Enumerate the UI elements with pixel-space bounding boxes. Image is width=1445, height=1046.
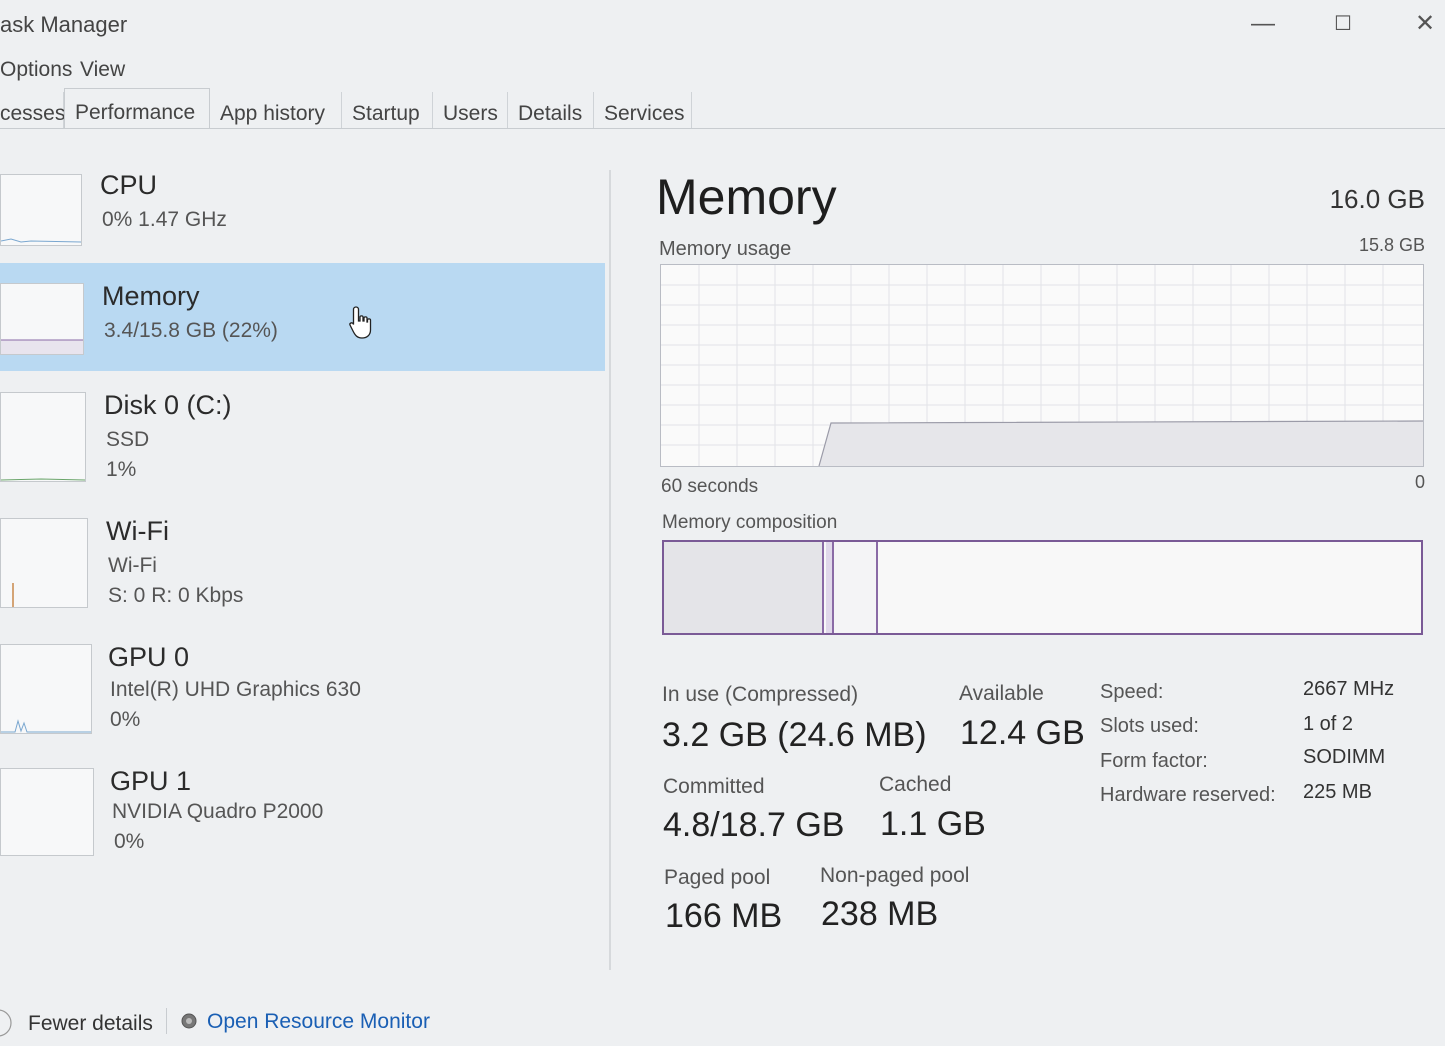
cached-value: 1.1 GB	[880, 805, 986, 843]
tab-performance[interactable]: Performance	[64, 88, 210, 129]
sidebar-item-label: GPU 0	[108, 642, 190, 672]
speed-value: 2667 MHz	[1303, 678, 1395, 700]
time-zero-label: 0	[1414, 472, 1425, 492]
committed-value: 4.8/18.7 GB	[663, 806, 845, 844]
sidebar-item-label: CPU	[100, 170, 158, 200]
pane-divider	[609, 170, 611, 970]
memory-thumbnail-graph	[0, 283, 84, 355]
paged-pool-label: Paged pool	[664, 866, 771, 889]
tabs-divider	[0, 128, 1445, 129]
memory-total: 16.0 GB	[1329, 184, 1425, 214]
composition-standby	[834, 542, 878, 633]
menu-view[interactable]: View	[80, 58, 125, 82]
form-factor-value: SODIMM	[1303, 746, 1386, 768]
sidebar-item-usage: 0%	[110, 708, 141, 731]
memory-usage-graph	[660, 264, 1424, 467]
disk-thumbnail-graph	[0, 392, 86, 482]
title-bar: ask Manager — ☐ ✕	[0, 0, 1445, 52]
chevron-up-icon	[0, 1009, 12, 1037]
tab-users[interactable]: Users	[433, 92, 508, 128]
sidebar-item-gpu1[interactable]: GPU 1 NVIDIA Quadro P2000 0%	[0, 750, 605, 875]
available-label: Available	[959, 682, 1044, 705]
hardware-reserved-value: 225 MB	[1303, 781, 1372, 803]
sidebar-item-disk[interactable]: Disk 0 (C:) SSD 1%	[0, 374, 605, 499]
page-title: Memory	[656, 169, 837, 225]
composition-label: Memory composition	[662, 512, 838, 533]
available-value: 12.4 GB	[960, 714, 1085, 752]
memory-usage-area	[819, 421, 1423, 466]
menu-options[interactable]: Options	[0, 58, 72, 82]
in-use-label: In use (Compressed)	[662, 683, 859, 706]
open-resource-monitor-link[interactable]: Open Resource Monitor	[207, 1010, 430, 1034]
usage-graph-max: 15.8 GB	[1358, 235, 1425, 255]
non-paged-pool-label: Non-paged pool	[820, 864, 970, 887]
tab-startup[interactable]: Startup	[342, 92, 433, 128]
resource-monitor-icon	[181, 1013, 197, 1029]
hand-cursor-icon	[349, 306, 372, 339]
tab-app-history[interactable]: App history	[210, 92, 342, 128]
cpu-thumbnail-graph	[0, 174, 82, 246]
sidebar-item-detail: Intel(R) UHD Graphics 630	[110, 678, 361, 701]
sidebar-item-detail: 3.4/15.8 GB (22%)	[104, 319, 278, 342]
slots-value: 1 of 2	[1303, 713, 1354, 735]
tab-services[interactable]: Services	[594, 92, 692, 128]
time-range-label: 60 seconds	[661, 476, 759, 497]
footer: Fewer details Open Resource Monitor	[0, 1000, 1445, 1046]
sidebar-item-usage: 1%	[106, 458, 137, 481]
sidebar-item-label: Wi-Fi	[106, 516, 169, 546]
gpu1-thumbnail-graph	[0, 768, 94, 856]
gpu0-thumbnail-graph	[0, 644, 92, 734]
sidebar-item-detail: NVIDIA Quadro P2000	[112, 800, 324, 823]
window-title: ask Manager	[0, 12, 128, 37]
close-button[interactable]: ✕	[1400, 6, 1445, 42]
speed-label: Speed:	[1100, 681, 1164, 703]
sidebar-item-gpu0[interactable]: GPU 0 Intel(R) UHD Graphics 630 0%	[0, 626, 605, 751]
composition-modified	[826, 542, 834, 633]
slots-label: Slots used:	[1100, 715, 1199, 737]
usage-graph-label: Memory usage	[659, 238, 792, 260]
hardware-reserved-label: Hardware reserved:	[1100, 784, 1276, 806]
sidebar-item-detail: SSD	[106, 428, 150, 451]
cached-label: Cached	[879, 773, 952, 796]
fewer-details-link[interactable]: Fewer details	[28, 1012, 153, 1036]
sidebar-item-throughput: S: 0 R: 0 Kbps	[108, 584, 244, 607]
sidebar-item-label: Memory	[102, 281, 200, 311]
sidebar-item-detail: Wi-Fi	[108, 554, 157, 577]
non-paged-pool-value: 238 MB	[821, 895, 939, 933]
sidebar-item-cpu[interactable]: CPU 0% 1.47 GHz	[0, 150, 605, 260]
sidebar-item-label: GPU 1	[110, 766, 192, 796]
memory-usage-grid	[661, 265, 1423, 466]
sidebar-item-detail: 0% 1.47 GHz	[102, 208, 227, 231]
sidebar-item-usage: 0%	[114, 830, 145, 853]
committed-label: Committed	[663, 775, 765, 798]
composition-in-use	[664, 542, 824, 633]
paged-pool-value: 166 MB	[665, 897, 783, 935]
wifi-thumbnail-graph	[0, 518, 88, 608]
sidebar-item-label: Disk 0 (C:)	[104, 390, 232, 420]
tab-details[interactable]: Details	[508, 92, 594, 128]
sidebar-item-wifi[interactable]: Wi-Fi Wi-Fi S: 0 R: 0 Kbps	[0, 500, 605, 625]
footer-separator	[166, 1008, 167, 1034]
memory-composition-bar	[662, 540, 1423, 635]
sidebar-item-memory[interactable]: Memory 3.4/15.8 GB (22%)	[0, 263, 605, 371]
maximize-button[interactable]: ☐	[1318, 6, 1368, 42]
form-factor-label: Form factor:	[1100, 750, 1208, 772]
minimize-button[interactable]: —	[1238, 6, 1288, 42]
in-use-value: 3.2 GB (24.6 MB)	[662, 716, 927, 754]
tab-processes[interactable]: cesses	[0, 92, 65, 128]
